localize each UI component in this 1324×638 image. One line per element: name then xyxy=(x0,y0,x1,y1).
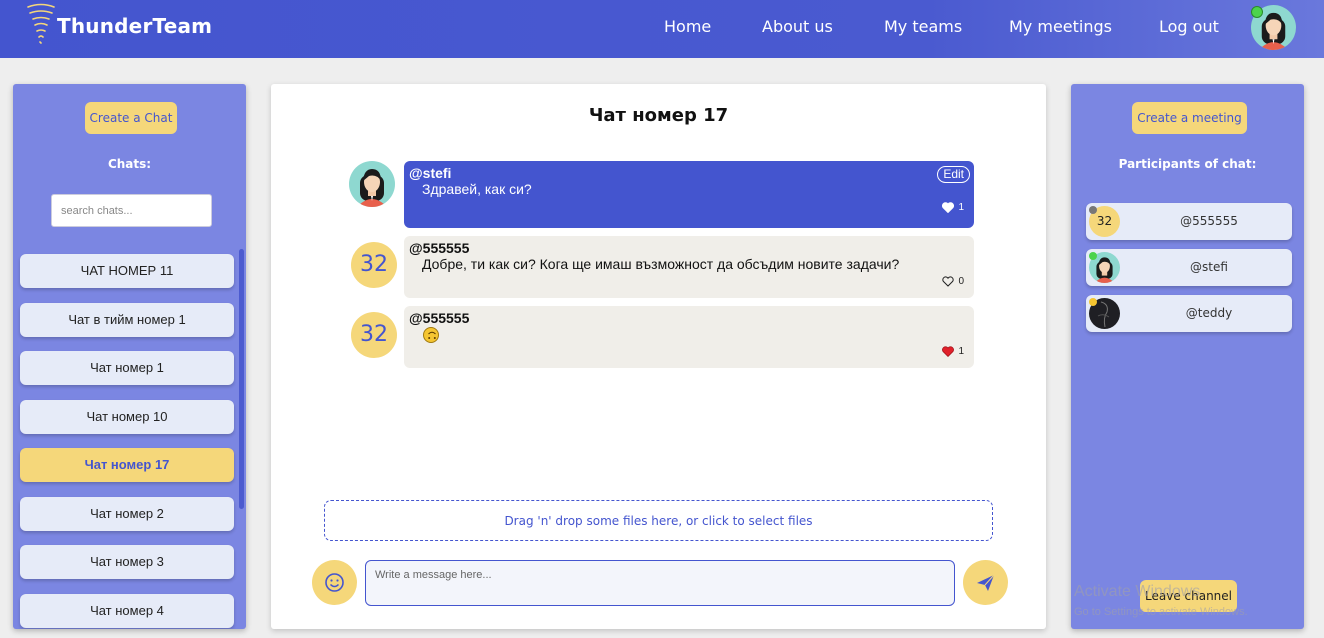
participant-name: @555555 xyxy=(1180,214,1238,228)
chats-sidebar: Create a Chat Chats: ЧАТ НОМЕР 11 Чат в … xyxy=(13,84,246,629)
create-chat-button[interactable]: Create a Chat xyxy=(85,102,177,134)
participant-item[interactable]: @teddy xyxy=(1086,295,1292,332)
message-bubble: @stefi Edit Здравей, как си? 1 xyxy=(404,161,974,228)
like-count: 1 xyxy=(958,202,964,213)
status-dot xyxy=(1089,298,1097,306)
message-bubble: @555555 1 xyxy=(404,306,974,368)
chat-window: Чат номер 17 @stefi Edit Здравей, как си… xyxy=(271,84,1046,629)
message-bubble: @555555 Добре, ти как си? Кога ще имаш в… xyxy=(404,236,974,298)
message-text: Добре, ти как си? Кога ще имаш възможнос… xyxy=(422,256,900,272)
like-button[interactable]: 0 xyxy=(942,276,964,287)
message-author[interactable]: @555555 xyxy=(409,310,469,326)
emoji-picker-button[interactable] xyxy=(312,560,357,605)
chat-list-item[interactable]: Чат номер 4 xyxy=(20,594,234,628)
message-input[interactable] xyxy=(365,560,955,606)
status-dot xyxy=(1089,206,1097,214)
like-count: 1 xyxy=(958,346,964,357)
tornado-logo-icon xyxy=(27,3,55,44)
activate-windows-watermark: Activate Windows xyxy=(1074,583,1201,600)
like-button[interactable]: 1 xyxy=(942,202,964,213)
brand-name[interactable]: ThunderTeam xyxy=(57,14,212,38)
nav-my-meetings-link[interactable]: My meetings xyxy=(1009,17,1112,36)
woman-avatar-icon xyxy=(357,169,387,207)
participant-item[interactable]: @stefi xyxy=(1086,249,1292,286)
edit-message-button[interactable]: Edit xyxy=(937,166,970,183)
smiley-icon xyxy=(325,573,344,592)
chat-title: Чат номер 17 xyxy=(588,105,729,126)
status-dot xyxy=(1089,252,1097,260)
search-chats-input[interactable] xyxy=(51,194,212,227)
chat-list-scrollbar[interactable] xyxy=(239,249,244,509)
nav-home-link[interactable]: Home xyxy=(664,17,711,36)
file-dropzone[interactable]: Drag 'n' drop some files here, or click … xyxy=(324,500,993,541)
nav-about-link[interactable]: About us xyxy=(762,17,833,36)
nav-my-teams-link[interactable]: My teams xyxy=(884,17,962,36)
chat-list-item[interactable]: Чат номер 3 xyxy=(20,545,234,579)
message-author[interactable]: @stefi xyxy=(409,165,451,181)
navbar: ThunderTeam Home About us My teams My me… xyxy=(0,0,1324,58)
participant-name: @teddy xyxy=(1185,306,1233,320)
participants-heading: Participants of chat: xyxy=(1118,157,1257,171)
chat-list-item[interactable]: Чат номер 2 xyxy=(20,497,234,531)
chat-list-item-active[interactable]: Чат номер 17 xyxy=(20,448,234,482)
user-avatar-number[interactable]: 32 xyxy=(351,242,397,288)
participants-sidebar: Create a meeting Participants of chat: 3… xyxy=(1071,84,1304,629)
chat-list-item[interactable]: Чат в тийм номер 1 xyxy=(20,303,234,337)
chat-list-item[interactable]: ЧАТ НОМЕР 11 xyxy=(20,254,234,288)
like-button[interactable]: 1 xyxy=(942,346,964,357)
upside-down-face-emoji-icon xyxy=(423,327,439,343)
send-message-button[interactable] xyxy=(963,560,1008,605)
participant-name: @stefi xyxy=(1190,260,1228,274)
heart-filled-icon xyxy=(942,346,955,357)
nav-logout-link[interactable]: Log out xyxy=(1159,17,1219,36)
heart-icon xyxy=(942,202,955,213)
like-count: 0 xyxy=(958,276,964,287)
create-meeting-button[interactable]: Create a meeting xyxy=(1132,102,1247,134)
chat-list-item[interactable]: Чат номер 10 xyxy=(20,400,234,434)
user-avatar-number[interactable]: 32 xyxy=(351,312,397,358)
chats-heading: Chats: xyxy=(107,157,152,171)
participant-item[interactable]: 32 @555555 xyxy=(1086,203,1292,240)
chat-list-item[interactable]: Чат номер 1 xyxy=(20,351,234,385)
paper-plane-icon xyxy=(977,574,995,591)
activate-windows-watermark-sub: Go to Settings to activate Windows. xyxy=(1074,606,1248,618)
message-text: Здравей, как си? xyxy=(422,181,532,197)
message-author[interactable]: @555555 xyxy=(409,240,469,256)
heart-outline-icon xyxy=(942,276,955,287)
stefi-avatar[interactable] xyxy=(349,161,395,207)
online-status-dot xyxy=(1251,6,1263,18)
